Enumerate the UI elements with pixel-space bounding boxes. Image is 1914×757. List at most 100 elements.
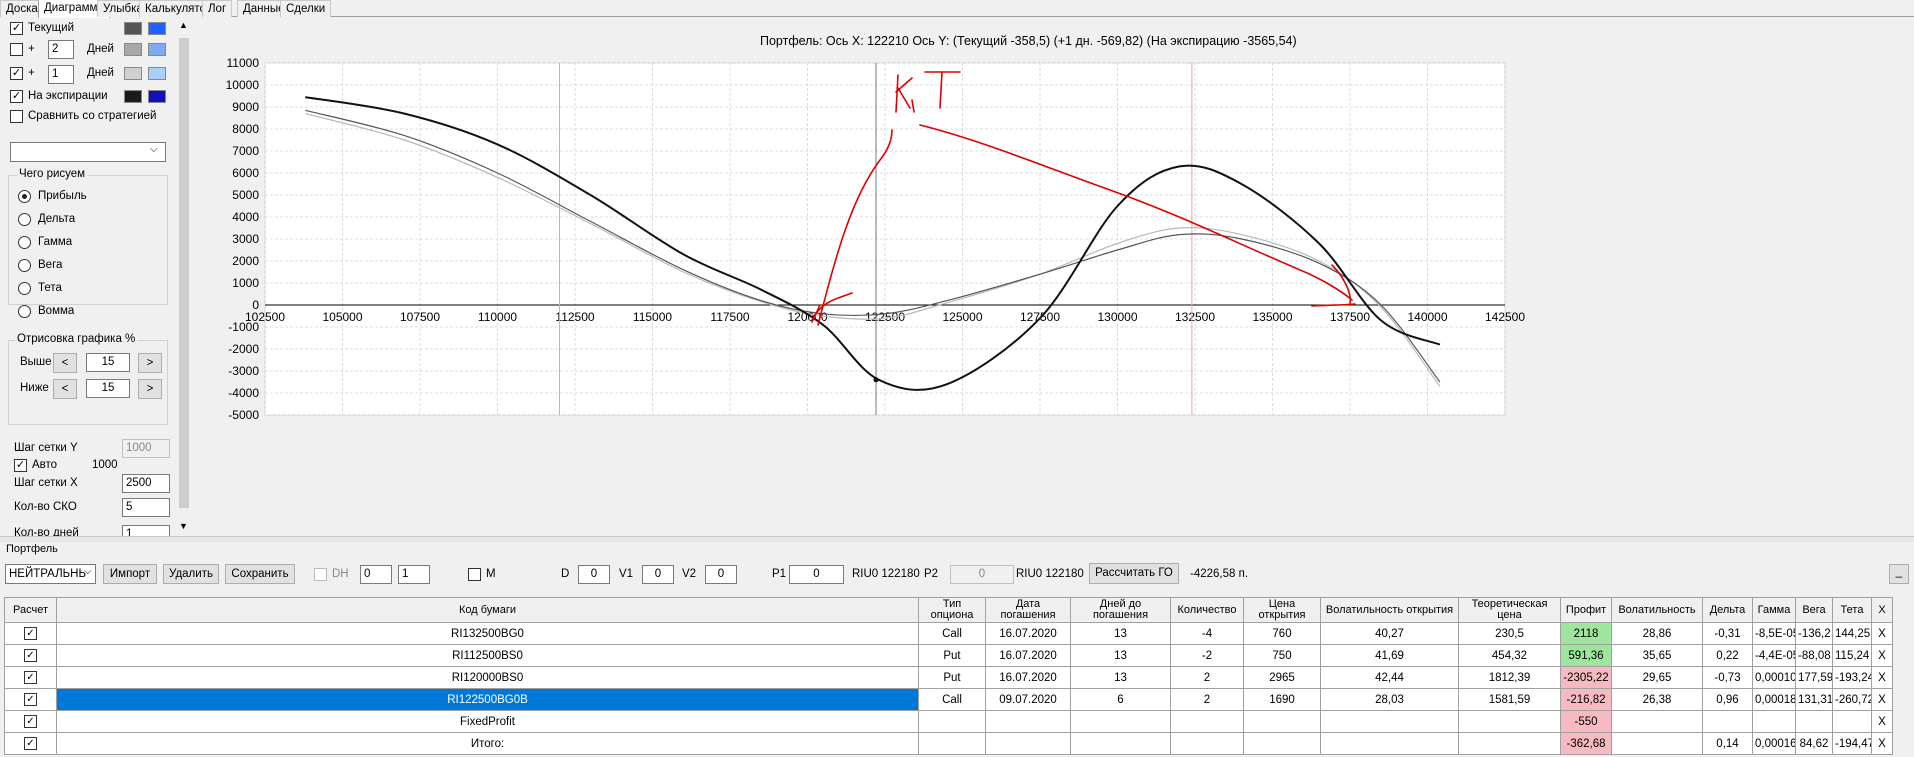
- sko-input[interactable]: 5: [122, 498, 170, 517]
- row-calc-checkbox[interactable]: ✓: [4, 710, 57, 733]
- plus1-color-swatch-2[interactable]: [148, 67, 166, 80]
- cell-days[interactable]: [1070, 732, 1171, 755]
- col-type[interactable]: Тип опциона: [918, 597, 986, 623]
- calc-checkbox[interactable]: ✓: [24, 649, 37, 662]
- tab-log[interactable]: Лог: [202, 0, 233, 17]
- cell-profit[interactable]: -362,68: [1560, 732, 1612, 755]
- p2-input[interactable]: 0: [950, 565, 1014, 584]
- cell-vol[interactable]: 29,65: [1611, 666, 1703, 689]
- cell-code[interactable]: FixedProfit: [56, 710, 919, 733]
- cell-code[interactable]: RI120000BS0: [56, 666, 919, 689]
- row-calc-checkbox[interactable]: ✓: [4, 732, 57, 755]
- strategy-select[interactable]: НЕЙТРАЛЬНЬ: [5, 564, 96, 584]
- dh-checkbox[interactable]: [314, 568, 327, 581]
- cell-theor-price[interactable]: [1458, 732, 1561, 755]
- cell-days[interactable]: 6: [1070, 688, 1171, 711]
- below-input[interactable]: 15: [86, 379, 130, 398]
- cell-days[interactable]: 13: [1070, 644, 1171, 667]
- remove-row-button[interactable]: X: [1871, 688, 1893, 711]
- cell-theta[interactable]: -194,47: [1832, 732, 1872, 755]
- col-open-vol[interactable]: Волатильность открытия: [1320, 597, 1459, 623]
- cell-vol[interactable]: 35,65: [1611, 644, 1703, 667]
- current-checkbox[interactable]: ✓: [10, 22, 23, 35]
- remove-row-button[interactable]: X: [1871, 666, 1893, 689]
- cell-open-price[interactable]: [1243, 710, 1321, 733]
- cell-delta[interactable]: 0,96: [1702, 688, 1753, 711]
- cell-code[interactable]: RI112500BS0: [56, 644, 919, 667]
- cell-theta[interactable]: -260,72: [1832, 688, 1872, 711]
- delete-button[interactable]: Удалить: [163, 564, 219, 584]
- plus2-color-swatch[interactable]: [124, 43, 142, 56]
- calc-checkbox[interactable]: ✓: [24, 693, 37, 706]
- scroll-thumb[interactable]: [179, 38, 189, 508]
- col-code[interactable]: Код бумаги: [56, 597, 919, 623]
- cell-open-vol[interactable]: 41,69: [1320, 644, 1459, 667]
- cell-vol[interactable]: 28,86: [1611, 622, 1703, 645]
- cell-vega[interactable]: -88,08: [1795, 644, 1833, 667]
- col-calc[interactable]: Расчет: [4, 597, 57, 623]
- minimize-button[interactable]: _: [1889, 564, 1909, 584]
- row-calc-checkbox[interactable]: ✓: [4, 688, 57, 711]
- col-expiry-date[interactable]: Дата погашения: [985, 597, 1071, 623]
- cell-qty[interactable]: 2: [1170, 666, 1244, 689]
- cell-open-vol[interactable]: 42,44: [1320, 666, 1459, 689]
- dh-value-0[interactable]: 0: [360, 565, 392, 584]
- row-calc-checkbox[interactable]: ✓: [4, 666, 57, 689]
- above-increase-button[interactable]: >: [138, 353, 162, 373]
- cell-theta[interactable]: [1832, 710, 1872, 733]
- cell-gamma[interactable]: -4,4E-05: [1752, 644, 1796, 667]
- cell-theor-price[interactable]: 1812,39: [1458, 666, 1561, 689]
- cell-gamma[interactable]: 0,000183: [1752, 688, 1796, 711]
- table-row[interactable]: ✓ RI132500BG0 Call 16.07.2020 13 -4 760 40,27 23…: [4, 622, 1893, 645]
- above-decrease-button[interactable]: <: [53, 353, 77, 373]
- calc-go-button[interactable]: Рассчитать ГО: [1089, 563, 1179, 584]
- calc-checkbox[interactable]: ✓: [24, 737, 37, 750]
- cell-vol[interactable]: [1611, 732, 1703, 755]
- cell-qty[interactable]: [1170, 732, 1244, 755]
- cell-open-price[interactable]: 750: [1243, 644, 1321, 667]
- cell-code[interactable]: RI122500BG0B: [56, 688, 919, 711]
- cell-profit[interactable]: -2305,22: [1560, 666, 1612, 689]
- scroll-up-icon[interactable]: ▲: [179, 20, 188, 30]
- table-row[interactable]: ✓ Итого: -362,68 0,140,00016184,62-194,47X: [4, 732, 1893, 755]
- days-count-input[interactable]: 1: [122, 525, 170, 536]
- plus2-color-swatch-2[interactable]: [148, 43, 166, 56]
- cell-theor-price[interactable]: 230,5: [1458, 622, 1561, 645]
- cell-code[interactable]: RI132500BG0: [56, 622, 919, 645]
- cell-profit[interactable]: -216,82: [1560, 688, 1612, 711]
- cell-open-price[interactable]: 760: [1243, 622, 1321, 645]
- cell-expiry[interactable]: 16.07.2020: [985, 666, 1071, 689]
- import-button[interactable]: Импорт: [103, 564, 157, 584]
- cell-profit[interactable]: -550: [1560, 710, 1612, 733]
- cell-vega[interactable]: -136,2: [1795, 622, 1833, 645]
- d-input[interactable]: 0: [578, 565, 610, 584]
- cell-delta[interactable]: -0,73: [1702, 666, 1753, 689]
- cell-theta[interactable]: 115,24: [1832, 644, 1872, 667]
- cell-type[interactable]: Put: [918, 666, 986, 689]
- calc-checkbox[interactable]: ✓: [24, 671, 37, 684]
- cell-gamma[interactable]: -8,5E-05: [1752, 622, 1796, 645]
- grid-y-input[interactable]: 1000: [122, 439, 170, 458]
- cell-expiry[interactable]: 16.07.2020: [985, 644, 1071, 667]
- current-color-swatch[interactable]: [124, 22, 142, 35]
- strategy-compare-select[interactable]: [10, 142, 166, 162]
- below-decrease-button[interactable]: <: [53, 379, 77, 399]
- cell-expiry[interactable]: [985, 710, 1071, 733]
- cell-delta[interactable]: 0,14: [1702, 732, 1753, 755]
- compare-checkbox[interactable]: [10, 110, 23, 123]
- row-calc-checkbox[interactable]: ✓: [4, 622, 57, 645]
- cell-expiry[interactable]: 16.07.2020: [985, 622, 1071, 645]
- col-vol[interactable]: Волатильность: [1611, 597, 1703, 623]
- col-profit[interactable]: Профит: [1560, 597, 1612, 623]
- radio-vomma[interactable]: [18, 305, 31, 318]
- cell-qty[interactable]: -4: [1170, 622, 1244, 645]
- cell-days[interactable]: 13: [1070, 666, 1171, 689]
- cell-qty[interactable]: 2: [1170, 688, 1244, 711]
- radio-vega[interactable]: [18, 259, 31, 272]
- current-color-swatch-2[interactable]: [148, 22, 166, 35]
- cell-open-vol[interactable]: [1320, 710, 1459, 733]
- calc-checkbox[interactable]: ✓: [24, 627, 37, 640]
- radio-gamma[interactable]: [18, 236, 31, 249]
- table-row[interactable]: ✓ RI112500BS0 Put 16.07.2020 13 -2 750 41,69 454…: [4, 644, 1893, 667]
- cell-gamma[interactable]: 0,000107: [1752, 666, 1796, 689]
